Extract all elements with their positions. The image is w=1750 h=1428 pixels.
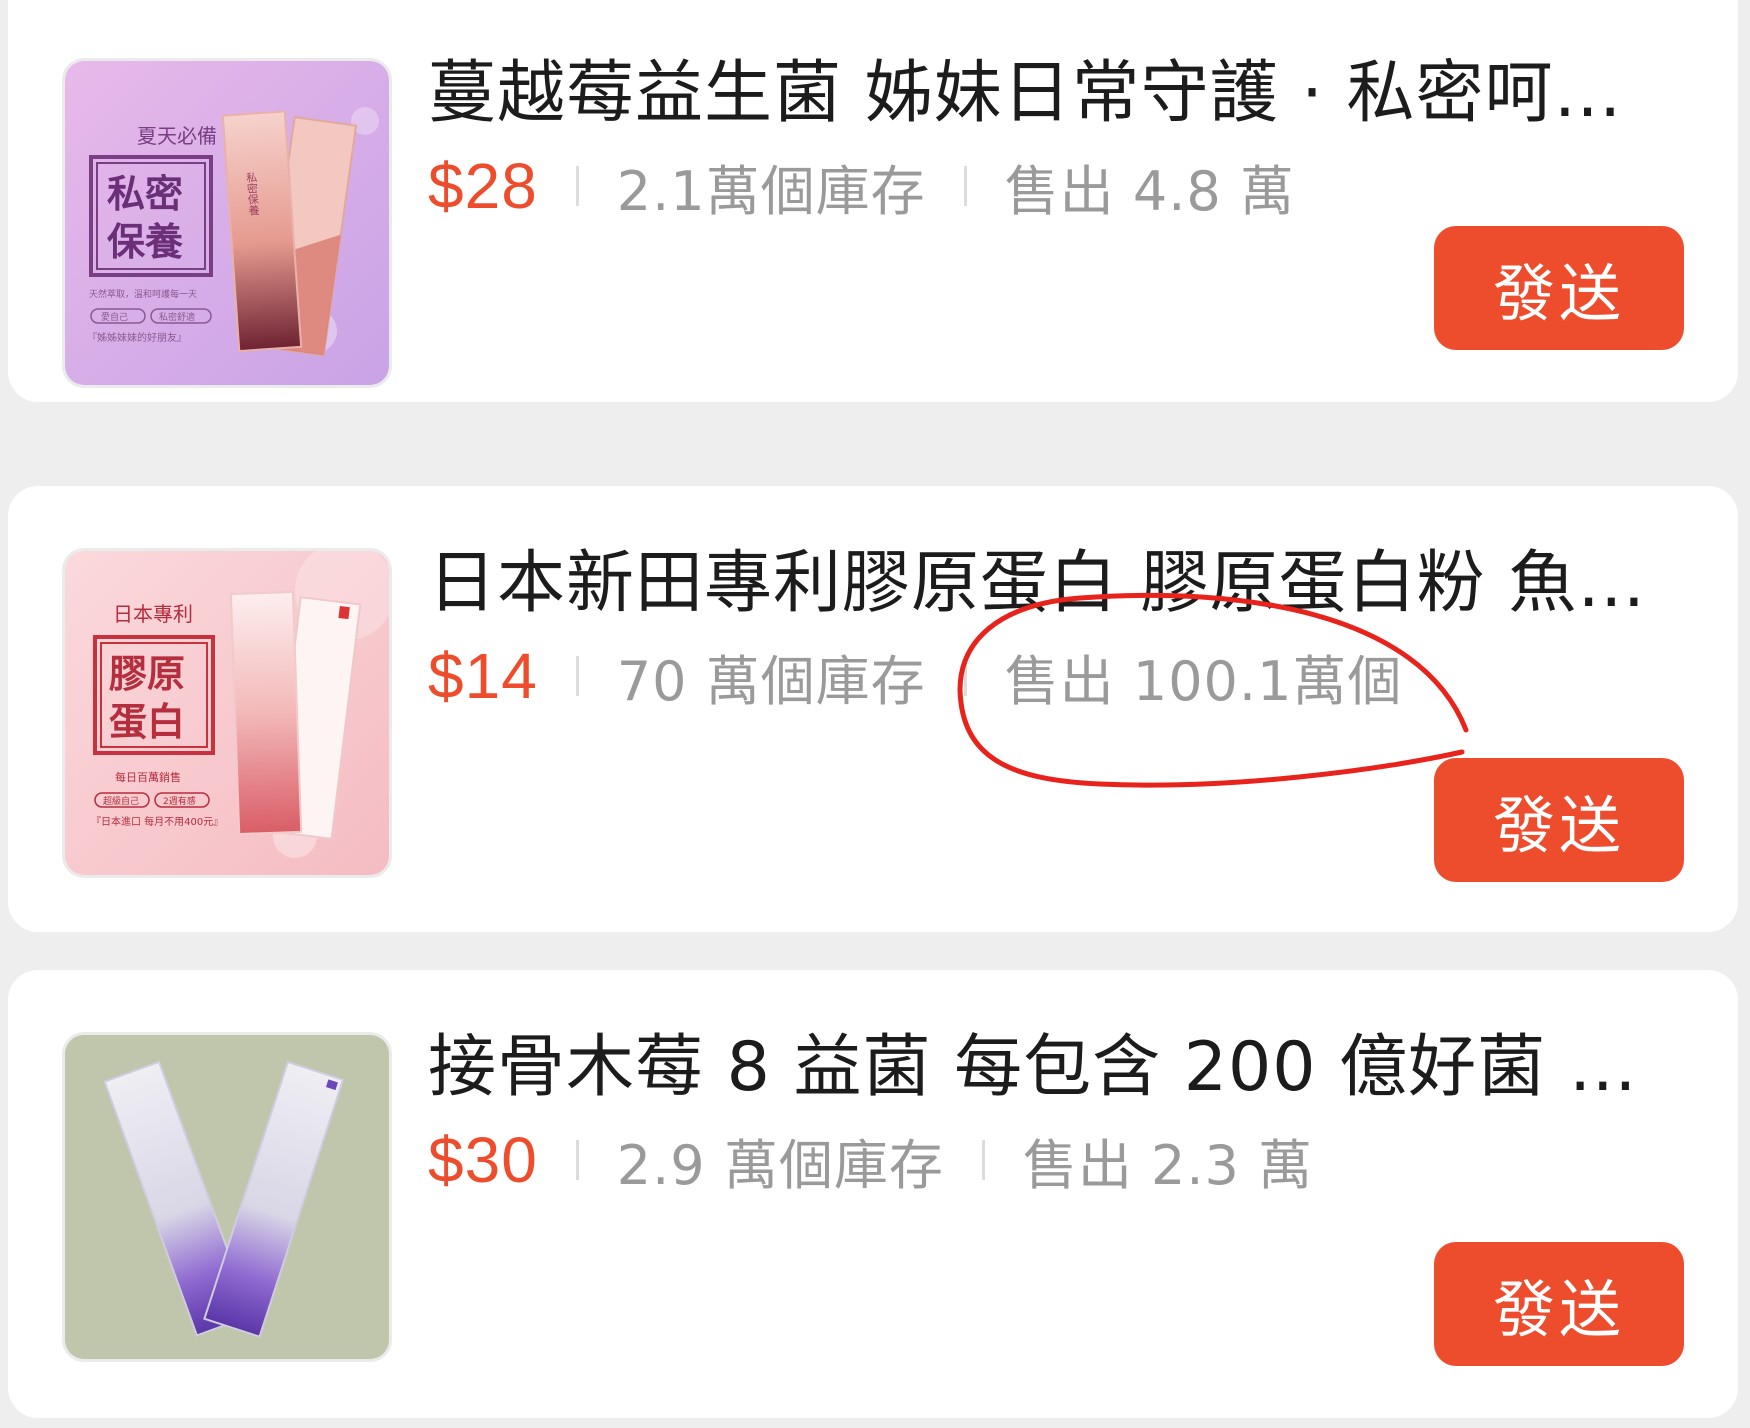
divider: [575, 166, 579, 206]
product-stock: 2.9 萬個庫存: [616, 1133, 944, 1197]
product-image[interactable]: 夏天必備 私密 保養 天然萃取，溫和呵護每一天 愛自己 私密舒適 『姊姊妹妹的好…: [62, 58, 392, 388]
divider: [963, 166, 967, 206]
svg-text:每日百萬銷售: 每日百萬銷售: [115, 770, 181, 784]
product-stock: 2.1萬個庫存: [616, 159, 926, 223]
product-image[interactable]: [62, 1032, 392, 1362]
product-meta: $30 2.9 萬個庫存 售出 2.3 萬: [428, 1120, 1313, 1200]
send-button[interactable]: 發送: [1434, 226, 1684, 350]
svg-text:蛋白: 蛋白: [109, 700, 185, 744]
product-title[interactable]: 接骨木莓 8 益菌 每包含 200 億好菌 限…: [428, 1028, 1678, 1108]
send-button[interactable]: 發送: [1434, 758, 1684, 882]
svg-text:私密舒適: 私密舒適: [159, 311, 195, 323]
svg-text:愛自己: 愛自己: [101, 311, 128, 323]
product-image-art: 夏天必備 私密 保養 天然萃取，溫和呵護每一天 愛自己 私密舒適 『姊姊妹妹的好…: [65, 61, 389, 385]
product-sold: 售出 100.1萬個: [1004, 649, 1403, 713]
svg-text:保養: 保養: [107, 220, 183, 264]
product-meta: $14 70 萬個庫存 售出 100.1萬個: [428, 636, 1402, 716]
product-price: $28: [428, 150, 538, 222]
divider: [575, 1140, 579, 1180]
product-image-art: [65, 1035, 389, 1359]
product-price: $30: [428, 1124, 538, 1196]
svg-text:超級自己: 超級自己: [103, 795, 139, 807]
product-title[interactable]: 蔓越莓益生菌 姊妹日常守護 · 私密呵…: [428, 54, 1678, 134]
svg-text:日本專利: 日本專利: [113, 602, 193, 626]
svg-text:2週有感: 2週有感: [163, 795, 196, 807]
svg-text:天然萃取，溫和呵護每一天: 天然萃取，溫和呵護每一天: [89, 288, 197, 300]
product-stock: 70 萬個庫存: [616, 649, 926, 713]
svg-text:『日本進口 每月不用400元』: 『日本進口 每月不用400元』: [91, 815, 223, 828]
svg-text:夏天必備: 夏天必備: [137, 124, 217, 148]
product-meta: $28 2.1萬個庫存 售出 4.8 萬: [428, 146, 1295, 226]
product-sold: 售出 2.3 萬: [1022, 1133, 1314, 1197]
product-price: $14: [428, 640, 538, 712]
svg-text:『姊姊妹妹的好朋友』: 『姊姊妹妹的好朋友』: [87, 331, 187, 344]
product-card[interactable]: 夏天必備 私密 保養 天然萃取，溫和呵護每一天 愛自己 私密舒適 『姊姊妹妹的好…: [8, 0, 1738, 402]
send-button[interactable]: 發送: [1434, 1242, 1684, 1366]
svg-text:膠原: 膠原: [109, 652, 185, 696]
product-card[interactable]: 日本專利 膠原 蛋白 每日百萬銷售 超級自己 2週有感 『日本進口 每月不用40…: [8, 486, 1738, 932]
divider: [575, 656, 579, 696]
product-sold: 售出 4.8 萬: [1004, 159, 1295, 223]
svg-text:私密: 私密: [107, 172, 183, 216]
divider: [963, 656, 967, 696]
product-image[interactable]: 日本專利 膠原 蛋白 每日百萬銷售 超級自己 2週有感 『日本進口 每月不用40…: [62, 548, 392, 878]
product-title[interactable]: 日本新田專利膠原蛋白 膠原蛋白粉 魚…: [428, 544, 1678, 624]
product-card[interactable]: 接骨木莓 8 益菌 每包含 200 億好菌 限… $30 2.9 萬個庫存 售出…: [8, 970, 1738, 1418]
product-image-art: 日本專利 膠原 蛋白 每日百萬銷售 超級自己 2週有感 『日本進口 每月不用40…: [65, 551, 389, 875]
divider: [981, 1140, 985, 1180]
